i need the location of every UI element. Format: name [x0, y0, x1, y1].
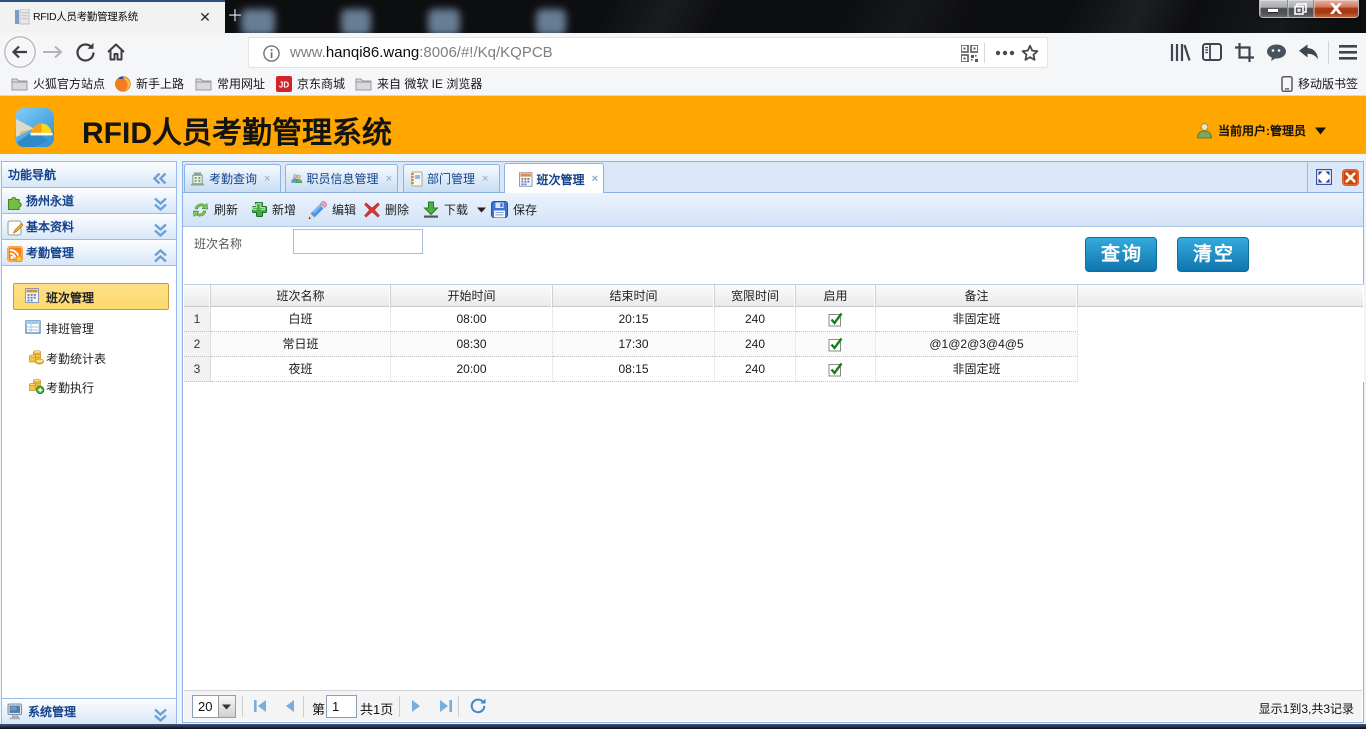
svg-text:JD: JD [279, 80, 289, 89]
